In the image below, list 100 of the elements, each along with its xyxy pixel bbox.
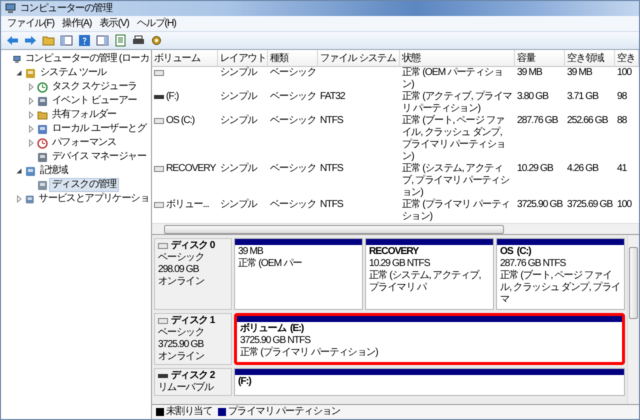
table-cell: NTFS xyxy=(320,115,343,126)
gauge-icon xyxy=(37,82,48,92)
tree-item[interactable]: ローカル ユーザーとグ xyxy=(50,123,148,135)
table-cell: 3.71 GB xyxy=(567,91,598,102)
menu-item[interactable]: 操作(A) xyxy=(58,18,96,30)
column-header[interactable]: 種類 xyxy=(268,50,318,67)
window-pane-icon[interactable] xyxy=(95,33,110,48)
table-cell: 287.76 GB xyxy=(517,115,558,126)
table-cell: シンプル xyxy=(220,163,257,174)
computer-icon xyxy=(5,3,16,14)
table-cell: ベーシック xyxy=(270,163,316,174)
partition-block[interactable]: ボリューム (E:) 3725.90 GB NTFS 正常 (プライマリ パーティション) xyxy=(234,313,625,365)
expand-arrow-icon[interactable] xyxy=(27,83,35,91)
collapse-arrow-icon[interactable] xyxy=(15,167,23,175)
tree-item[interactable]: パフォーマンス xyxy=(50,137,118,149)
table-cell: NTFS xyxy=(320,163,343,174)
table-cell: シンプル xyxy=(220,115,257,126)
tree-item[interactable]: コンピューターの管理 (ローカ xyxy=(22,53,151,65)
tree-item[interactable]: デバイス マネージャー xyxy=(50,151,148,163)
table-cell: シンプル xyxy=(220,67,257,78)
disk-info: オンライン xyxy=(158,276,206,288)
tree-node-icon xyxy=(25,166,36,176)
expand-arrow-icon[interactable] xyxy=(27,125,35,133)
expand-arrow-icon[interactable] xyxy=(27,97,35,105)
table-cell: 3725.69 GB xyxy=(567,199,612,210)
help-icon[interactable] xyxy=(77,33,92,48)
tree-item[interactable]: ディスクの管理 xyxy=(50,179,118,191)
partition-status: 正常 (システム, アクティブ, プライマリ パ xyxy=(369,270,482,294)
table-cell: 正常 (アクティブ, プライマリ パーティション) xyxy=(402,91,512,114)
menu-item[interactable]: ファイル(F) xyxy=(3,18,58,30)
table-cell: シンプル xyxy=(220,199,257,210)
menu-item[interactable]: 表示(V) xyxy=(96,18,133,30)
drive-icon xyxy=(154,69,164,77)
partition-block[interactable]: OS (C:) 287.76 GB NTFS 正常 (ブート, ページ ファイル, クラッシュ ダンプ, プライマ xyxy=(496,238,625,310)
tree-item[interactable]: 記憶域 xyxy=(38,165,70,177)
tree-item[interactable]: システム ツール xyxy=(38,67,108,79)
expand-arrow-icon[interactable] xyxy=(15,195,23,203)
table-cell: OS (C:) xyxy=(166,115,194,127)
expand-arrow-icon[interactable] xyxy=(27,139,35,147)
column-header[interactable]: 容量 xyxy=(515,50,565,67)
disk-info: リムーバブル xyxy=(158,382,215,394)
table-cell: (F:) xyxy=(166,91,178,103)
document-icon[interactable] xyxy=(113,33,128,48)
legend-label: プライマリ パーティション xyxy=(228,406,340,418)
table-cell: ベーシック xyxy=(270,199,316,210)
tree-node-icon xyxy=(25,68,36,78)
tree-item[interactable]: タスク スケジューラ xyxy=(50,81,139,93)
table-cell: RECOVERY xyxy=(166,163,216,175)
tree-node-icon xyxy=(37,124,48,134)
partition-block[interactable]: RECOVERY 10.29 GB NTFS 正常 (システム, アクティブ, プライマリ パ xyxy=(365,238,494,310)
tree-item[interactable]: 共有フォルダー xyxy=(50,109,118,121)
vertical-scrollbar[interactable] xyxy=(627,235,639,404)
tree-node-icon xyxy=(25,194,35,204)
partition-block[interactable]: (F:) xyxy=(234,368,625,396)
partition-size: 3725.90 GB NTFS xyxy=(240,335,312,346)
drive-icon xyxy=(154,93,164,101)
partition-block[interactable]: 39 MB 正常 (OEM パー xyxy=(234,238,363,310)
menu-item[interactable]: ヘルプ(H) xyxy=(132,18,180,30)
column-header[interactable]: ボリューム xyxy=(152,50,218,67)
table-cell: ベーシック xyxy=(270,91,316,102)
partition-size: 39 MB xyxy=(238,246,264,258)
table-cell: 39 MB xyxy=(517,67,542,78)
column-header[interactable]: 空き領域 xyxy=(565,50,615,67)
tree-node-icon xyxy=(37,96,48,106)
expand-arrow-icon[interactable] xyxy=(27,111,35,119)
column-header[interactable]: 空き xyxy=(615,50,639,67)
table-cell: 3.80 GB xyxy=(517,91,548,102)
drive-icon xyxy=(154,165,164,173)
horizontal-scrollbar[interactable] xyxy=(152,223,639,235)
table-cell: 98 xyxy=(617,91,627,102)
window-pane-icon[interactable] xyxy=(59,33,74,48)
tree-item[interactable]: イベント ビューアー xyxy=(50,95,139,107)
disk-info: ベーシック xyxy=(158,252,206,264)
back-arrow-icon[interactable] xyxy=(5,33,20,48)
drive-icon xyxy=(158,243,168,249)
gauge-icon xyxy=(37,138,48,148)
disk-name: ディスク 0 xyxy=(171,240,215,252)
column-header[interactable]: ファイル システム xyxy=(318,50,400,67)
tree-node-icon xyxy=(37,152,48,162)
table-cell: FAT32 xyxy=(320,91,345,102)
table-cell: 100 xyxy=(617,199,632,210)
disk-info: オンライン xyxy=(158,351,206,363)
table-cell: NTFS xyxy=(320,199,343,210)
column-header[interactable]: 状態 xyxy=(400,50,515,67)
table-cell: 正常 (OEM パーティション) xyxy=(402,67,502,90)
partition-name: ボリューム (E:) xyxy=(240,323,305,335)
table-cell: 正常 (ブート, ページ ファイル, クラッシュ ダンプ, プライマリ パーティション) xyxy=(402,115,506,162)
tree-item[interactable]: サービスとアプリケーショ xyxy=(36,193,151,205)
forward-arrow-icon[interactable] xyxy=(23,33,38,48)
disk-name: ディスク 1 xyxy=(171,315,215,327)
partition-name: RECOVERY xyxy=(369,246,420,258)
table-cell: ベーシック xyxy=(270,115,316,126)
table-cell: シンプル xyxy=(220,91,257,102)
table-cell: 252.66 GB xyxy=(567,115,608,126)
column-header[interactable]: レイアウト xyxy=(218,50,268,67)
disk-info: 298.09 GB xyxy=(158,264,200,276)
partition-status: 正常 (ブート, ページ ファイル, クラッシュ ダンプ, プライマ xyxy=(500,270,621,306)
collapse-arrow-icon[interactable] xyxy=(15,69,23,77)
partition-size: 287.76 GB NTFS xyxy=(500,258,567,270)
window-title: コンピューターの管理 xyxy=(20,2,112,14)
